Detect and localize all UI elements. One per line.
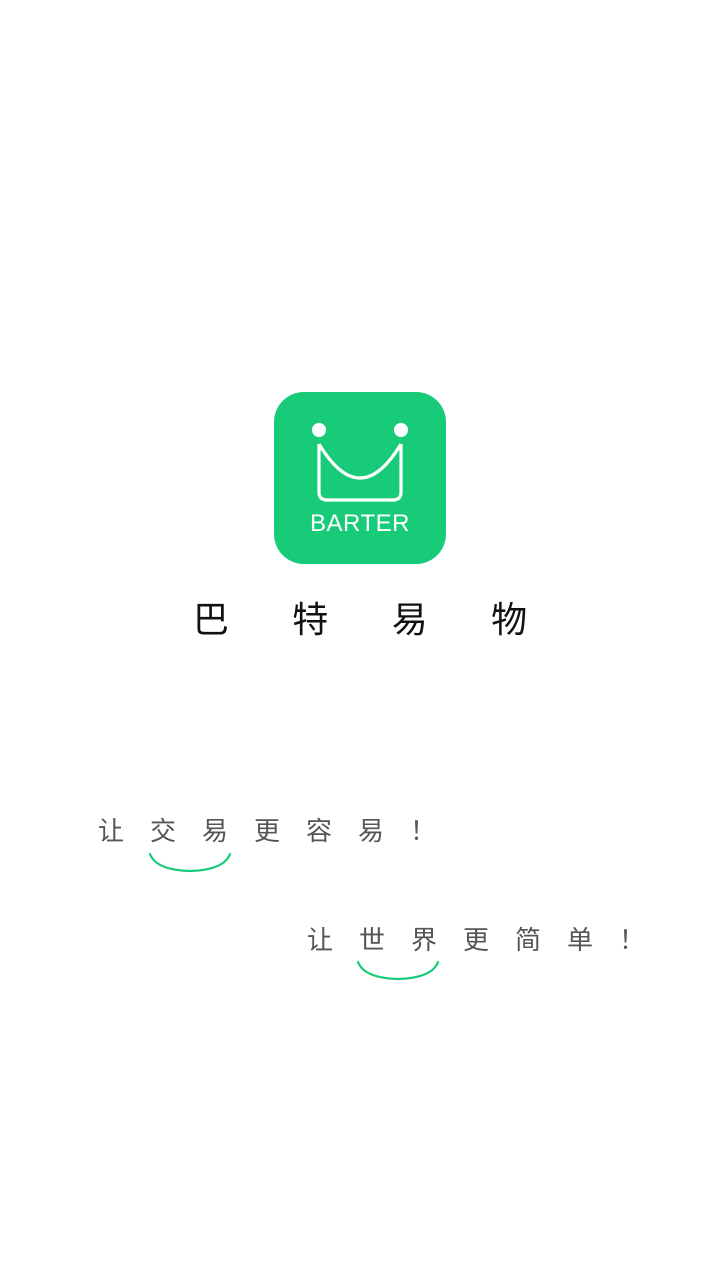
slogan-char: 界 [411,926,438,956]
logo-wordmark: BARTER [310,510,410,537]
slogan-2-underline [356,960,440,981]
slogan-char: 交 [150,817,177,847]
slogan-char: 更 [254,817,281,847]
slogan-char: 易 [358,817,385,847]
slogan-char: 让 [307,926,334,956]
slogan-char: ！ [410,817,437,847]
slogan-char: 让 [98,817,125,847]
slogan-char: 容 [306,817,333,847]
slogan-char: 世 [359,926,386,956]
slogan-line-1: 让交易更容易！ [98,815,462,849]
slogan-1-underline [148,852,232,873]
app-name: 巴 特 易 物 [192,600,554,641]
slogan-char: 易 [202,817,229,847]
slogan-char: 更 [463,926,490,956]
slogan-char: ！ [619,926,646,956]
slogan-char: 单 [567,926,594,956]
splash-screen: BARTER 巴 特 易 物 让交易更容易！ 让世界更简单！ [0,0,720,1280]
slogan-line-2: 让世界更简单 ！ [307,924,671,958]
shopping-bag-icon [312,423,408,502]
app-logo: BARTER [274,392,446,564]
slogan-char: 简 [515,926,542,956]
